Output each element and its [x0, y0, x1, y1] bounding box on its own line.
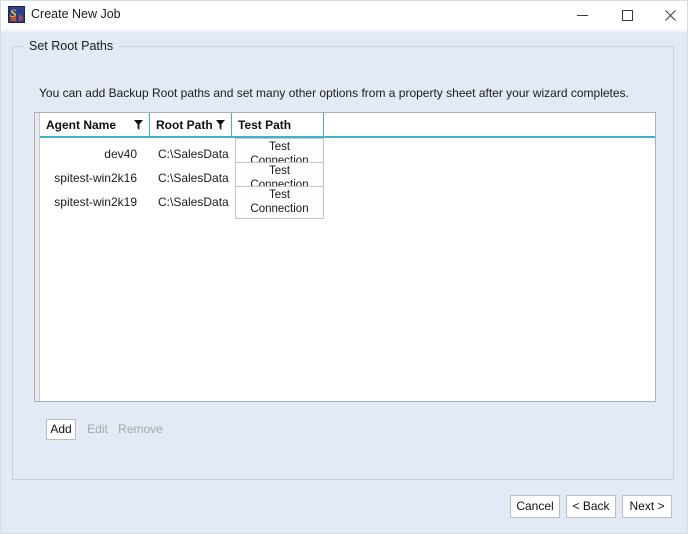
add-button[interactable]: Add — [46, 419, 76, 440]
app-icon-glyph-secondary: b — [18, 13, 24, 23]
cell-root-path: C:\SalesData — [158, 147, 229, 161]
close-icon — [665, 9, 676, 21]
window-title: Create New Job — [31, 7, 121, 21]
edit-button: Edit — [87, 422, 108, 436]
table-row[interactable]: spitest-win2k19 C:\SalesData Test Connec… — [40, 185, 655, 219]
table-row[interactable]: dev40 C:\SalesData Test Connection — [40, 137, 655, 171]
create-new-job-window: S b Create New Job Set Root Paths You ca… — [0, 0, 688, 534]
column-header-agent-name[interactable]: Agent Name — [40, 113, 150, 136]
column-header-label: Test Path — [238, 117, 292, 132]
column-header-label: Agent Name — [46, 117, 117, 132]
test-connection-button[interactable]: Test Connection — [235, 185, 324, 219]
minimize-button[interactable] — [560, 1, 605, 29]
cancel-button[interactable]: Cancel — [510, 495, 560, 518]
root-paths-grid[interactable]: Agent Name Root Path Test Path dev40 C:\… — [34, 112, 656, 402]
table-row[interactable]: spitest-win2k16 C:\SalesData Test Connec… — [40, 161, 655, 195]
maximize-icon — [622, 9, 633, 21]
titlebar-separator — [1, 29, 687, 32]
grid-header-row: Agent Name Root Path Test Path — [40, 113, 655, 138]
app-icon: S b — [8, 6, 25, 23]
column-header-filler — [324, 113, 655, 136]
cell-agent-name: spitest-win2k16 — [54, 171, 137, 185]
column-header-label: Root Path — [156, 117, 213, 132]
app-icon-glyph-primary: S — [10, 6, 17, 20]
cell-agent-name: spitest-win2k19 — [54, 195, 137, 209]
close-button[interactable] — [648, 1, 688, 29]
next-button[interactable]: Next > — [622, 495, 672, 518]
cell-agent-name: dev40 — [104, 147, 137, 161]
column-header-test-path[interactable]: Test Path — [232, 113, 324, 136]
column-header-root-path[interactable]: Root Path — [150, 113, 232, 136]
remove-button: Remove — [118, 422, 163, 436]
cell-test-path: Test Connection — [232, 185, 324, 219]
instruction-text: You can add Backup Root paths and set ma… — [39, 86, 629, 100]
title-bar: S b Create New Job — [1, 1, 687, 29]
cell-root-path: C:\SalesData — [158, 195, 229, 209]
maximize-button[interactable] — [605, 1, 650, 29]
group-box-label: Set Root Paths — [23, 40, 120, 53]
cell-root-path: C:\SalesData — [158, 171, 229, 185]
minimize-icon — [577, 14, 588, 16]
back-button[interactable]: < Back — [566, 495, 616, 518]
filter-icon[interactable] — [216, 119, 225, 130]
filter-icon[interactable] — [134, 119, 143, 130]
